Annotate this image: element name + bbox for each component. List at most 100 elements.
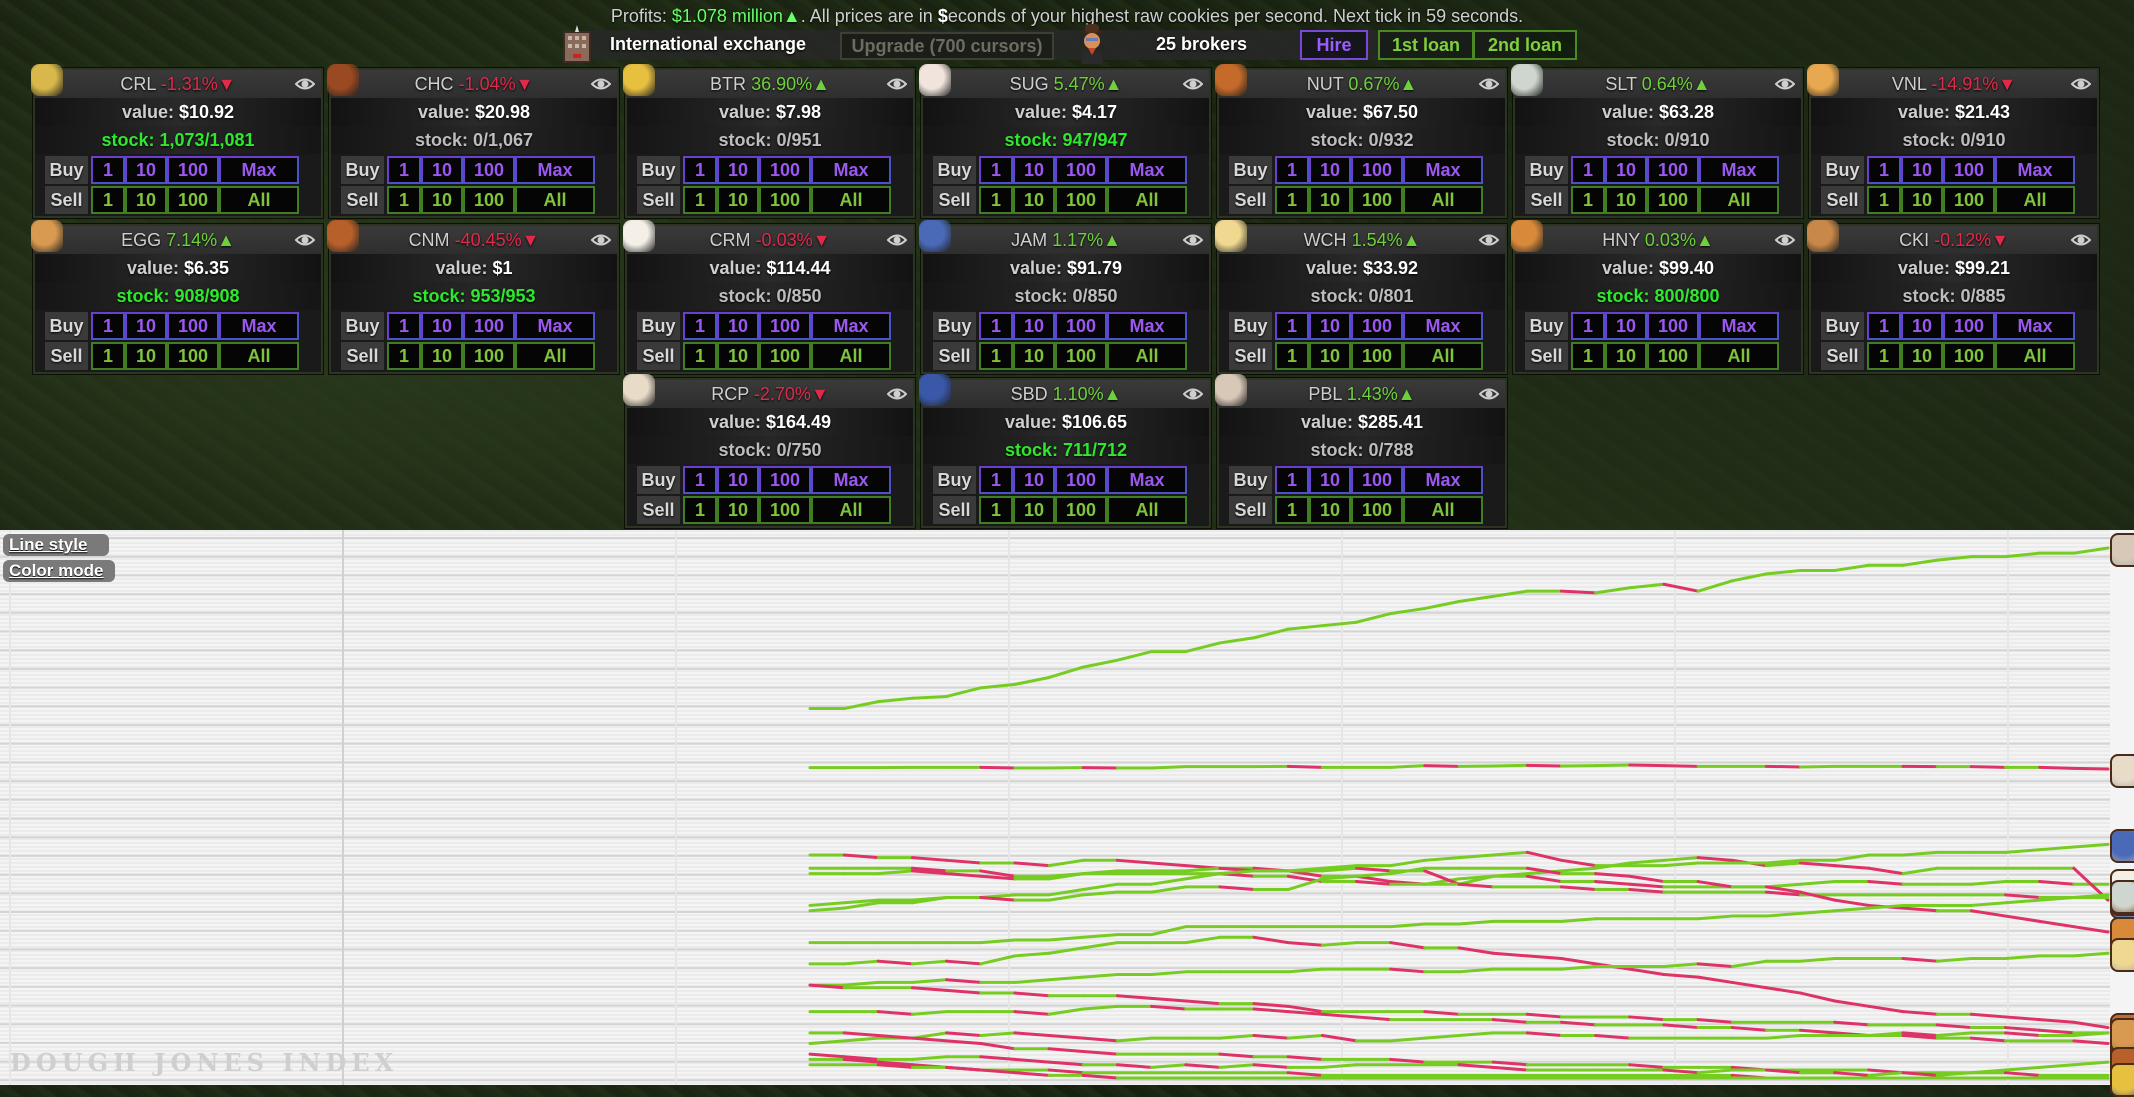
sell-10-button[interactable]: 10 [717, 342, 759, 370]
buy-1-button[interactable]: 1 [683, 156, 717, 184]
eye-icon[interactable] [1183, 231, 1203, 249]
buy-10-button[interactable]: 10 [1605, 156, 1647, 184]
sell-10-button[interactable]: 10 [421, 342, 463, 370]
sell-100-button[interactable]: 100 [463, 342, 515, 370]
sell-all-button[interactable]: All [1699, 186, 1779, 214]
sell-100-button[interactable]: 100 [1055, 186, 1107, 214]
sell-10-button[interactable]: 10 [1013, 186, 1055, 214]
buy-max-button[interactable]: Max [219, 312, 299, 340]
eye-icon[interactable] [1775, 75, 1795, 93]
sell-all-button[interactable]: All [811, 342, 891, 370]
sell-1-button[interactable]: 1 [1571, 186, 1605, 214]
sell-100-button[interactable]: 100 [759, 496, 811, 524]
buy-1-button[interactable]: 1 [387, 156, 421, 184]
buy-max-button[interactable]: Max [219, 156, 299, 184]
buy-max-button[interactable]: Max [1995, 312, 2075, 340]
buy-10-button[interactable]: 10 [1605, 312, 1647, 340]
buy-max-button[interactable]: Max [1699, 156, 1779, 184]
eye-icon[interactable] [1183, 75, 1203, 93]
sell-10-button[interactable]: 10 [1901, 342, 1943, 370]
buy-1-button[interactable]: 1 [387, 312, 421, 340]
buy-100-button[interactable]: 100 [1351, 466, 1403, 494]
buy-100-button[interactable]: 100 [1943, 312, 1995, 340]
eye-icon[interactable] [295, 75, 315, 93]
sell-all-button[interactable]: All [219, 342, 299, 370]
buy-10-button[interactable]: 10 [421, 312, 463, 340]
buy-max-button[interactable]: Max [811, 312, 891, 340]
buy-1-button[interactable]: 1 [1571, 156, 1605, 184]
buy-10-button[interactable]: 10 [717, 466, 759, 494]
buy-100-button[interactable]: 100 [1647, 156, 1699, 184]
eye-icon[interactable] [887, 231, 907, 249]
buy-10-button[interactable]: 10 [1013, 156, 1055, 184]
first-loan-button[interactable]: 1st loan [1378, 30, 1474, 60]
sell-100-button[interactable]: 100 [167, 186, 219, 214]
sell-1-button[interactable]: 1 [979, 496, 1013, 524]
buy-100-button[interactable]: 100 [759, 466, 811, 494]
eye-icon[interactable] [887, 75, 907, 93]
sell-1-button[interactable]: 1 [1275, 496, 1309, 524]
buy-max-button[interactable]: Max [1995, 156, 2075, 184]
buy-100-button[interactable]: 100 [463, 156, 515, 184]
sell-all-button[interactable]: All [1107, 496, 1187, 524]
sell-all-button[interactable]: All [1995, 186, 2075, 214]
sell-10-button[interactable]: 10 [1605, 186, 1647, 214]
buy-100-button[interactable]: 100 [759, 312, 811, 340]
sell-100-button[interactable]: 100 [463, 186, 515, 214]
line-style-button[interactable]: Line style [3, 534, 109, 556]
sell-10-button[interactable]: 10 [1309, 496, 1351, 524]
sell-all-button[interactable]: All [219, 186, 299, 214]
buy-10-button[interactable]: 10 [1901, 312, 1943, 340]
eye-icon[interactable] [295, 231, 315, 249]
buy-10-button[interactable]: 10 [1013, 312, 1055, 340]
buy-10-button[interactable]: 10 [1309, 156, 1351, 184]
sell-1-button[interactable]: 1 [979, 186, 1013, 214]
sell-all-button[interactable]: All [515, 186, 595, 214]
buy-10-button[interactable]: 10 [125, 156, 167, 184]
buy-1-button[interactable]: 1 [91, 156, 125, 184]
sell-1-button[interactable]: 1 [1571, 342, 1605, 370]
hire-broker-button[interactable]: Hire [1300, 30, 1368, 60]
sell-1-button[interactable]: 1 [979, 342, 1013, 370]
eye-icon[interactable] [1479, 231, 1499, 249]
sell-1-button[interactable]: 1 [91, 186, 125, 214]
sell-all-button[interactable]: All [1107, 342, 1187, 370]
second-loan-button[interactable]: 2nd loan [1473, 30, 1577, 60]
sell-10-button[interactable]: 10 [1013, 496, 1055, 524]
buy-10-button[interactable]: 10 [125, 312, 167, 340]
sell-all-button[interactable]: All [1107, 186, 1187, 214]
buy-1-button[interactable]: 1 [1275, 156, 1309, 184]
sell-10-button[interactable]: 10 [125, 186, 167, 214]
sell-100-button[interactable]: 100 [1943, 342, 1995, 370]
sell-all-button[interactable]: All [515, 342, 595, 370]
sell-1-button[interactable]: 1 [683, 186, 717, 214]
buy-10-button[interactable]: 10 [1309, 466, 1351, 494]
sell-1-button[interactable]: 1 [91, 342, 125, 370]
sell-all-button[interactable]: All [1995, 342, 2075, 370]
color-mode-button[interactable]: Color mode [3, 560, 115, 582]
sell-1-button[interactable]: 1 [1867, 342, 1901, 370]
buy-100-button[interactable]: 100 [1055, 312, 1107, 340]
sell-10-button[interactable]: 10 [717, 186, 759, 214]
buy-1-button[interactable]: 1 [1867, 156, 1901, 184]
sell-100-button[interactable]: 100 [1647, 342, 1699, 370]
sell-1-button[interactable]: 1 [1867, 186, 1901, 214]
eye-icon[interactable] [591, 231, 611, 249]
buy-10-button[interactable]: 10 [717, 312, 759, 340]
sell-100-button[interactable]: 100 [1351, 496, 1403, 524]
buy-1-button[interactable]: 1 [979, 156, 1013, 184]
eye-icon[interactable] [2071, 231, 2091, 249]
buy-max-button[interactable]: Max [1107, 156, 1187, 184]
sell-10-button[interactable]: 10 [1901, 186, 1943, 214]
eye-icon[interactable] [591, 75, 611, 93]
buy-1-button[interactable]: 1 [1867, 312, 1901, 340]
sell-1-button[interactable]: 1 [1275, 342, 1309, 370]
sell-100-button[interactable]: 100 [1647, 186, 1699, 214]
sell-1-button[interactable]: 1 [1275, 186, 1309, 214]
sell-1-button[interactable]: 1 [683, 496, 717, 524]
sell-all-button[interactable]: All [1403, 342, 1483, 370]
sell-100-button[interactable]: 100 [1351, 186, 1403, 214]
sell-100-button[interactable]: 100 [1055, 342, 1107, 370]
buy-max-button[interactable]: Max [1107, 466, 1187, 494]
sell-100-button[interactable]: 100 [1055, 496, 1107, 524]
